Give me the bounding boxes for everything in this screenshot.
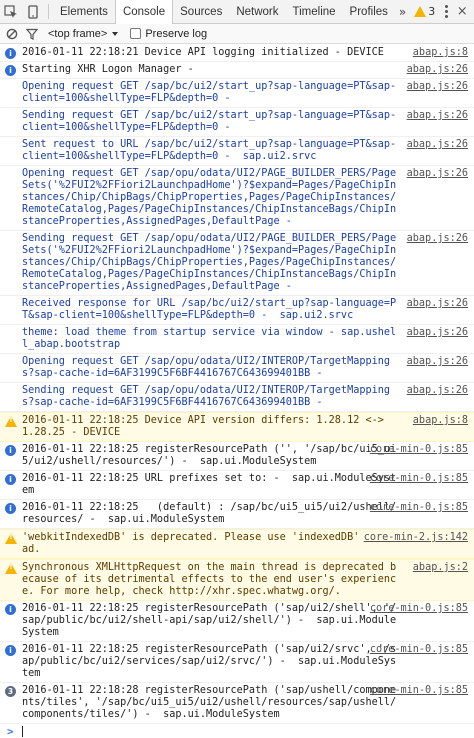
console-prompt-input[interactable]: >: [0, 724, 474, 738]
console-message: Opening request GET /sap/bc/ui2/start_up…: [0, 79, 474, 108]
console-message: i 2016-01-11 22:18:25 registerResourcePat…: [0, 642, 474, 683]
console-message: theme: load theme from startup service v…: [0, 325, 474, 354]
customize-menu-icon[interactable]: [439, 0, 453, 23]
message-text: Starting XHR Logon Manager -: [22, 64, 194, 75]
toolbar-divider: [48, 4, 49, 19]
message-text: 2016-01-11 22:18:21 Device API logging i…: [22, 47, 384, 58]
message-text: theme: load theme from startup service v…: [22, 327, 397, 350]
tab-network[interactable]: Network: [229, 0, 285, 23]
tab-timeline[interactable]: Timeline: [286, 0, 343, 23]
source-link[interactable]: abap.js:26: [403, 81, 468, 93]
source-link[interactable]: abap.js:26: [403, 298, 468, 310]
info-icon: i: [5, 503, 16, 514]
console-message: Opening request GET /sap/opu/odata/UI2/I…: [0, 354, 474, 383]
tab-elements[interactable]: Elements: [53, 0, 115, 23]
info-icon: i: [5, 645, 16, 656]
message-text: 2016-01-11 22:18:25 Device API version d…: [22, 415, 391, 438]
message-text: Sending request GET /sap/opu/odata/UI2/I…: [22, 385, 391, 408]
message-text: Opening request GET /sap/bc/ui2/start_up…: [22, 81, 397, 104]
prompt-chevron-icon: >: [7, 725, 14, 738]
message-text: Opening request GET /sap/opu/odata/UI2/I…: [22, 356, 391, 379]
source-link[interactable]: abap.js:2: [408, 562, 468, 574]
source-link[interactable]: abap.js:26: [403, 327, 468, 339]
console-message: i 2016-01-11 22:18:25 (default) : /sap/bc…: [0, 500, 474, 529]
source-link[interactable]: core-min-0.js:85: [366, 473, 468, 485]
chevron-down-icon: [112, 31, 119, 36]
info-icon: i: [5, 445, 16, 456]
source-link[interactable]: core-min-0.js:85: [366, 502, 468, 514]
inspect-element-icon[interactable]: [0, 0, 22, 23]
source-link[interactable]: abap.js:26: [403, 385, 468, 397]
preserve-log-checkbox[interactable]: [130, 28, 142, 39]
console-message: Sending request GET /sap/opu/odata/UI2/P…: [0, 231, 474, 296]
source-link[interactable]: core-min-2.js:142: [359, 532, 468, 544]
console-message: i 2016-01-11 22:18:25 registerResourcePat…: [0, 601, 474, 642]
source-link[interactable]: abap.js:26: [403, 110, 468, 122]
warning-counter[interactable]: 3: [410, 0, 439, 23]
device-mode-icon[interactable]: [22, 0, 44, 23]
devtools-tab-bar: Elements Console Sources Network Timelin…: [0, 0, 474, 24]
console-message: i 2016-01-11 22:18:21 Device API logging …: [0, 45, 474, 62]
console-message: Sent request to URL /sap/bc/ui2/start_up…: [0, 137, 474, 166]
message-text: Opening request GET /sap/opu/odata/UI2/P…: [22, 168, 397, 227]
tab-console[interactable]: Console: [114, 0, 174, 24]
warning-count: 3: [428, 5, 436, 18]
console-messages[interactable]: i 2016-01-11 22:18:21 Device API logging …: [0, 45, 474, 738]
warning-icon: !: [5, 533, 17, 544]
console-filter-bar: <top frame> Preserve log: [0, 24, 474, 44]
source-link[interactable]: abap.js:26: [403, 356, 468, 368]
context-selector[interactable]: <top frame>: [42, 28, 124, 40]
warning-icon: !: [5, 416, 17, 427]
info-icon: i: [5, 604, 16, 615]
console-message: i 2016-01-11 22:18:25 registerResourcePat…: [0, 442, 474, 471]
console-warning-message: ! 2016-01-11 22:18:25 Device API version …: [0, 412, 474, 442]
repeat-count-badge: 3: [5, 686, 16, 697]
message-text: Sent request to URL /sap/bc/ui2/start_up…: [22, 139, 397, 162]
info-icon: i: [5, 65, 16, 76]
console-message: Sending request GET /sap/opu/odata/UI2/I…: [0, 383, 474, 412]
console-message: 3 2016-01-11 22:18:28 registerResourcePat…: [0, 683, 474, 724]
message-text: Synchronous XMLHttpRequest on the main t…: [22, 562, 397, 597]
clear-console-icon[interactable]: [2, 25, 22, 43]
source-link[interactable]: abap.js:26: [403, 233, 468, 245]
more-tabs-button[interactable]: »: [395, 0, 410, 23]
text-caret: [22, 726, 23, 737]
source-link[interactable]: abap.js:8: [409, 47, 468, 59]
tab-sources[interactable]: Sources: [173, 0, 229, 23]
message-text: Sending request GET /sap/bc/ui2/start_up…: [22, 110, 397, 133]
source-link[interactable]: core-min-0.js:85: [366, 603, 468, 615]
source-link[interactable]: abap.js:26: [403, 139, 468, 151]
console-message: i Starting XHR Logon Manager - abap.js:26: [0, 62, 474, 79]
preserve-log-label: Preserve log: [145, 27, 208, 40]
console-warning-message: !'webkitIndexedDB' is deprecated. Please…: [0, 529, 474, 559]
info-icon: i: [5, 474, 16, 485]
filter-icon[interactable]: [22, 25, 42, 43]
source-link[interactable]: core-min-0.js:85: [366, 444, 468, 456]
console-warning-message: ! Synchronous XMLHttpRequest on the main …: [0, 559, 474, 601]
source-link[interactable]: abap.js:26: [403, 168, 468, 180]
source-link[interactable]: abap.js:26: [403, 64, 468, 76]
source-link[interactable]: core-min-0.js:85: [366, 644, 468, 656]
console-message: Opening request GET /sap/opu/odata/UI2/P…: [0, 166, 474, 231]
message-text: Sending request GET /sap/opu/odata/UI2/P…: [22, 233, 397, 292]
context-selector-value: <top frame>: [48, 27, 108, 40]
console-message: Sending request GET /sap/bc/ui2/start_up…: [0, 108, 474, 137]
source-link[interactable]: core-min-0.js:85: [366, 685, 468, 697]
message-text: Received response for URL /sap/bc/ui2/st…: [22, 298, 397, 321]
warning-icon: [414, 6, 427, 17]
info-icon: i: [5, 48, 16, 59]
warning-icon: !: [5, 563, 17, 574]
console-message: i 2016-01-11 22:18:25 URL prefixes set to…: [0, 471, 474, 500]
close-devtools-button[interactable]: ×: [453, 0, 471, 23]
source-link[interactable]: abap.js:8: [408, 415, 468, 427]
console-message: Received response for URL /sap/bc/ui2/st…: [0, 296, 474, 325]
tab-profiles[interactable]: Profiles: [343, 0, 395, 23]
